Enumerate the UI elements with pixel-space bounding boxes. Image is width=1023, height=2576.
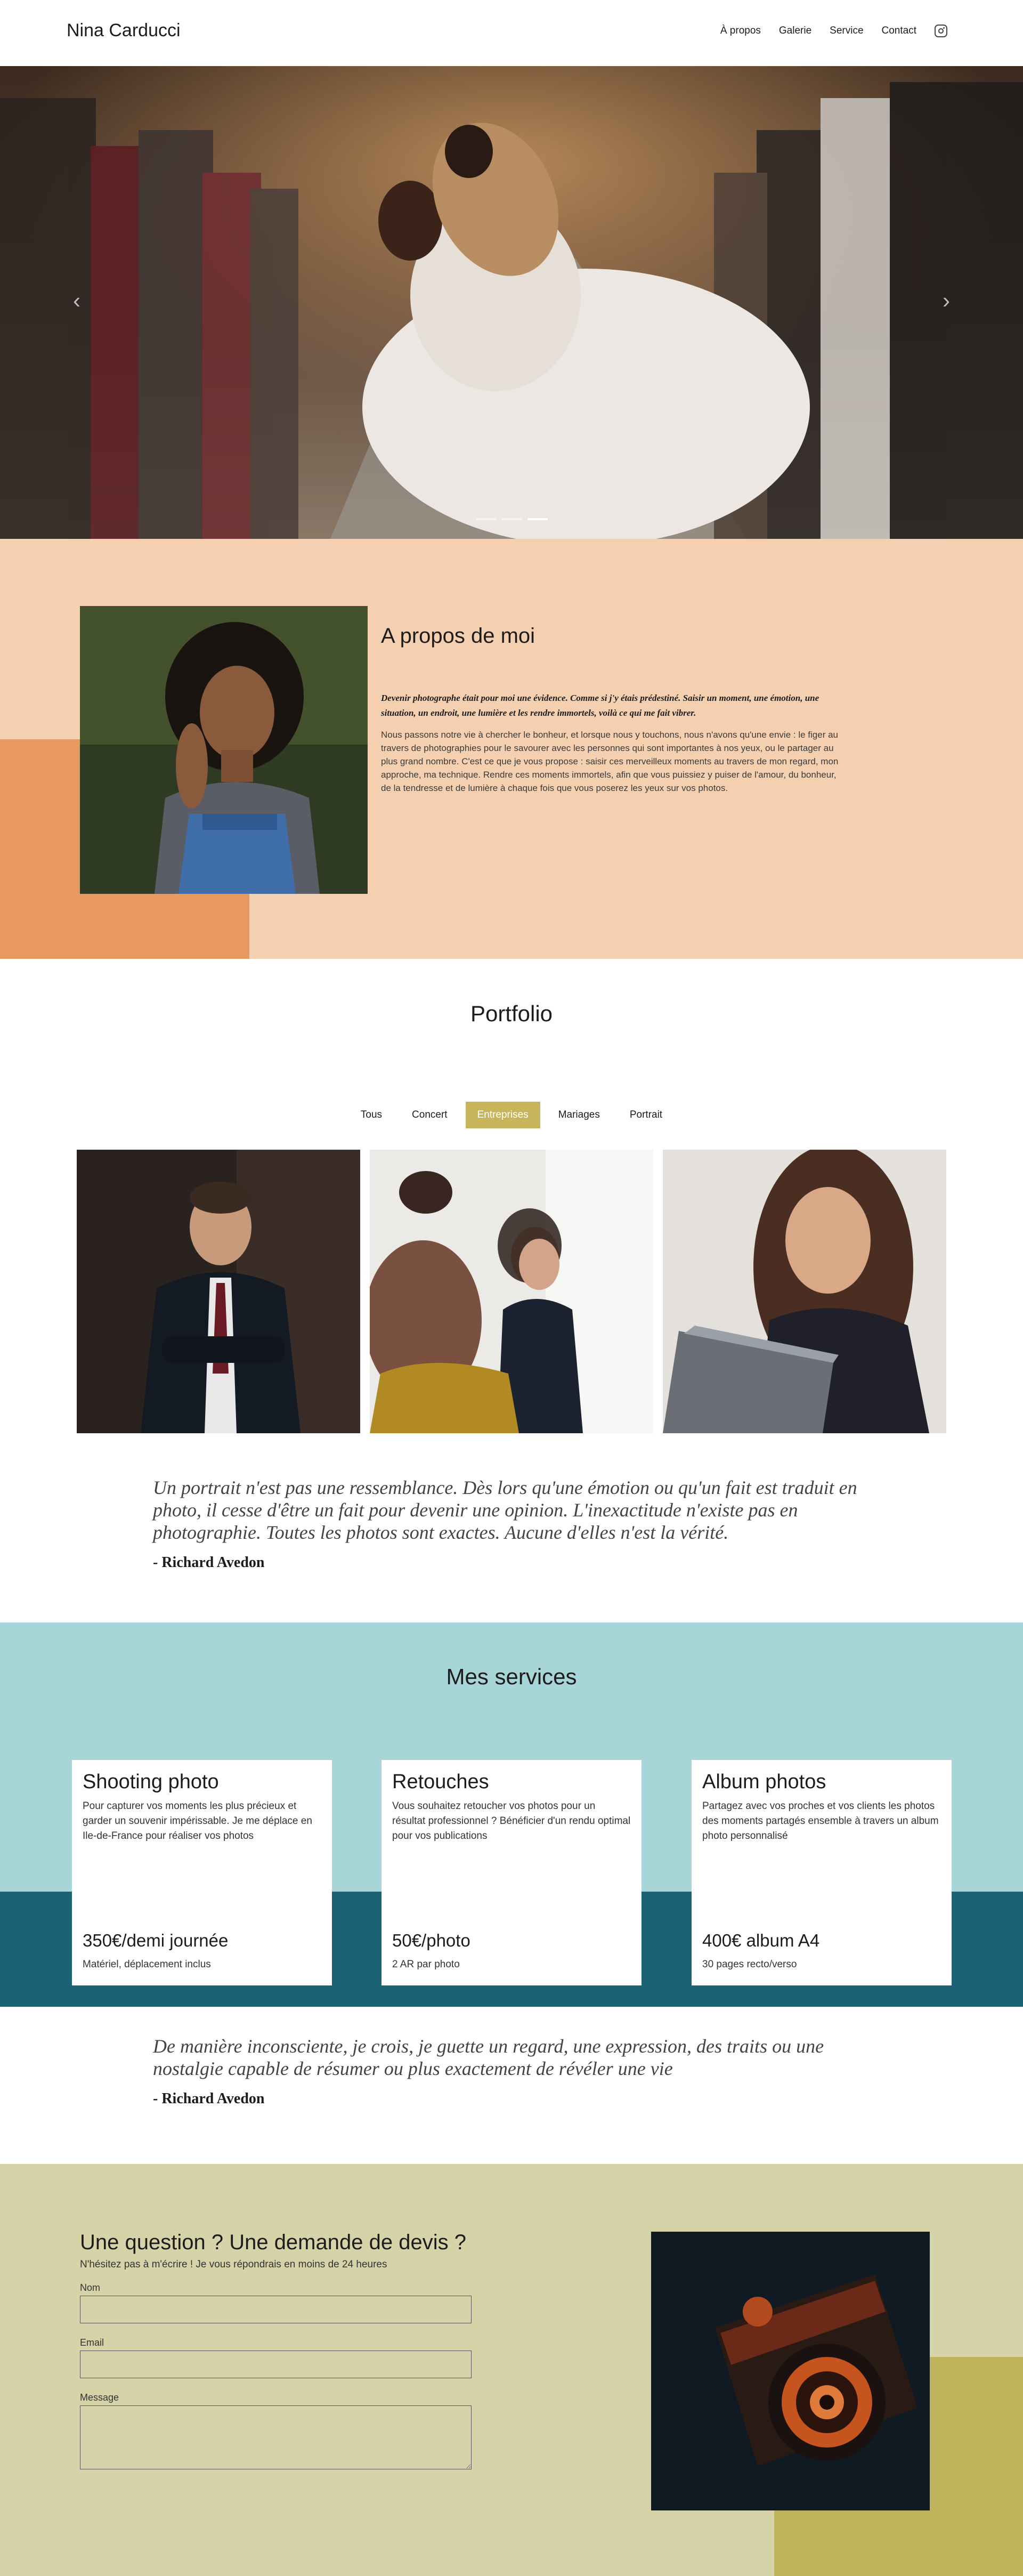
service-title: Album photos xyxy=(702,1771,826,1793)
portfolio-title: Portfolio xyxy=(470,1001,553,1026)
hero-image xyxy=(0,66,1023,539)
carousel-next-icon[interactable]: › xyxy=(936,289,957,312)
nav-link-gallery[interactable]: Galerie xyxy=(779,25,811,37)
quote-text: De manière inconsciente, je crois, je gu… xyxy=(153,2036,824,2079)
services-section: Mes services Shooting photo Pour capture… xyxy=(0,1622,1023,2007)
quote-block: De manière inconsciente, je crois, je gu… xyxy=(153,2035,883,2107)
carousel-indicator[interactable] xyxy=(476,518,497,520)
nav-link-contact[interactable]: Contact xyxy=(882,25,916,37)
service-card: Album photos Partagez avec vos proches e… xyxy=(692,1760,952,1985)
hero-carousel: ‹ › xyxy=(0,66,1023,539)
service-description: Vous souhaitez retoucher vos photos pour… xyxy=(392,1800,631,1842)
service-note: Matériel, déplacement inclus xyxy=(83,1959,211,1970)
carousel-indicator[interactable] xyxy=(502,518,522,520)
quote-text: Un portrait n'est pas une ressemblance. … xyxy=(153,1477,857,1543)
about-portrait-photo xyxy=(80,606,368,894)
service-description: Pour capturer vos moments les plus préci… xyxy=(83,1800,312,1842)
gallery-photo[interactable] xyxy=(370,1150,653,1433)
service-title: Retouches xyxy=(392,1771,489,1793)
contact-section: Une question ? Une demande de devis ? N'… xyxy=(0,2164,1023,2576)
message-field[interactable] xyxy=(80,2405,472,2469)
about-lead-text: Devenir photographe était pour moi une é… xyxy=(381,693,819,718)
quote-author: - Richard Avedon xyxy=(153,2090,265,2107)
site-header: Nina Carducci À propos Galerie Service C… xyxy=(0,0,1023,66)
carousel-indicators xyxy=(476,518,548,520)
filter-entreprises[interactable]: Entreprises xyxy=(465,1102,540,1128)
about-body-text: Nous passons notre vie à chercher le bon… xyxy=(381,730,839,793)
nav-link-service[interactable]: Service xyxy=(830,25,863,37)
service-price: 400€ album A4 xyxy=(702,1931,820,1950)
services-title: Mes services xyxy=(446,1664,577,1689)
email-label: Email xyxy=(80,2337,104,2348)
gallery-grid xyxy=(77,1150,946,1433)
service-note: 30 pages recto/verso xyxy=(702,1959,797,1970)
filter-concert[interactable]: Concert xyxy=(400,1102,459,1128)
contact-form: Une question ? Une demande de devis ? N'… xyxy=(80,2231,474,2483)
filter-portrait[interactable]: Portrait xyxy=(618,1102,674,1128)
quote-author: - Richard Avedon xyxy=(153,1554,265,1571)
gallery-photo[interactable] xyxy=(663,1150,946,1433)
about-section: A propos de moi Devenir photographe étai… xyxy=(0,539,1023,959)
service-card: Retouches Vous souhaitez retoucher vos p… xyxy=(381,1760,642,1985)
instagram-icon[interactable] xyxy=(935,25,947,37)
name-label: Nom xyxy=(80,2282,101,2293)
filter-all[interactable]: Tous xyxy=(349,1102,394,1128)
about-title: A propos de moi xyxy=(381,624,535,648)
carousel-indicator-active[interactable] xyxy=(527,518,548,520)
service-price: 50€/photo xyxy=(392,1931,470,1950)
nav-link-about[interactable]: À propos xyxy=(720,25,761,37)
contact-subtitle: N'hésitez pas à m'écrire ! Je vous répon… xyxy=(80,2259,387,2270)
gallery-photo[interactable] xyxy=(77,1150,360,1433)
service-description: Partagez avec vos proches et vos clients… xyxy=(702,1800,939,1842)
service-note: 2 AR par photo xyxy=(392,1959,460,1970)
about-content: A propos de moi Devenir photographe étai… xyxy=(381,624,839,795)
email-field[interactable] xyxy=(80,2351,472,2378)
brand-name[interactable]: Nina Carducci xyxy=(67,20,181,41)
main-nav: À propos Galerie Service Contact xyxy=(720,25,947,37)
contact-title: Une question ? Une demande de devis ? xyxy=(80,2231,466,2254)
camera-photo xyxy=(651,2232,930,2510)
service-title: Shooting photo xyxy=(83,1771,219,1793)
message-label: Message xyxy=(80,2392,119,2403)
service-price: 350€/demi journée xyxy=(83,1931,229,1950)
service-card: Shooting photo Pour capturer vos moments… xyxy=(72,1760,332,1985)
name-field[interactable] xyxy=(80,2296,472,2323)
filter-mariages[interactable]: Mariages xyxy=(547,1102,612,1128)
portfolio-filters: Tous Concert Entreprises Mariages Portra… xyxy=(0,1102,1023,1128)
carousel-prev-icon[interactable]: ‹ xyxy=(66,289,87,312)
quote-block: Un portrait n'est pas une ressemblance. … xyxy=(153,1476,883,1571)
